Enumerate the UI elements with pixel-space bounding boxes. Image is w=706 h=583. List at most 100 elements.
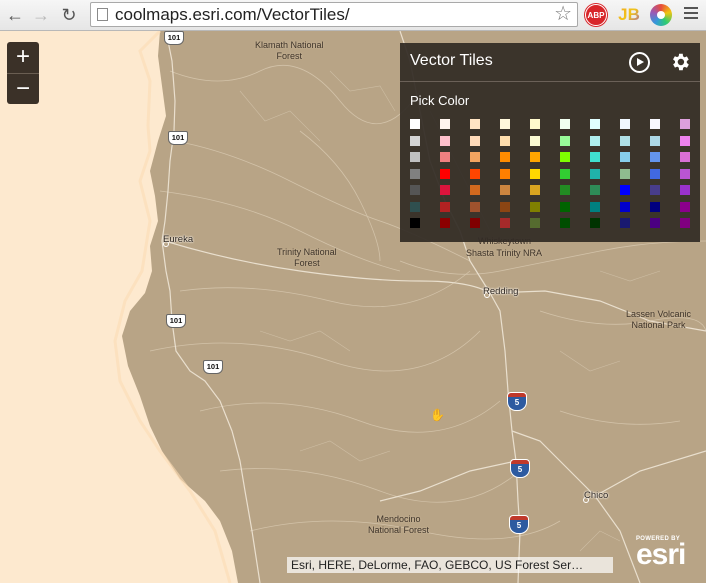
gear-icon[interactable]: [669, 51, 691, 73]
address-bar[interactable]: coolmaps.esri.com/VectorTiles/ ☆: [90, 2, 578, 27]
color-swatch[interactable]: [680, 218, 690, 228]
color-swatch[interactable]: [650, 168, 660, 179]
color-swatch[interactable]: [590, 218, 600, 228]
color-swatch[interactable]: [650, 218, 660, 228]
color-swatch[interactable]: [470, 119, 480, 129]
color-swatch[interactable]: [620, 218, 630, 228]
color-swatch[interactable]: [680, 119, 690, 129]
color-swatch[interactable]: [650, 152, 660, 162]
color-swatch[interactable]: [440, 185, 450, 195]
color-swatch[interactable]: [560, 201, 570, 212]
color-swatch[interactable]: [470, 152, 480, 162]
color-swatch[interactable]: [440, 168, 450, 179]
back-icon[interactable]: ←: [4, 4, 26, 26]
bookmark-star-icon[interactable]: ☆: [554, 3, 572, 25]
color-swatch[interactable]: [410, 201, 420, 212]
color-swatch[interactable]: [440, 218, 450, 228]
color-swatch[interactable]: [410, 218, 420, 228]
color-swatch[interactable]: [530, 201, 540, 212]
color-swatch[interactable]: [440, 152, 450, 162]
i5-shield: 5: [510, 459, 530, 478]
color-swatch[interactable]: [590, 152, 600, 162]
color-swatch[interactable]: [620, 168, 630, 179]
zoom-out-button[interactable]: −: [7, 73, 39, 104]
color-swatch[interactable]: [410, 135, 420, 146]
color-swatch[interactable]: [500, 168, 510, 179]
color-swatch[interactable]: [530, 168, 540, 179]
color-swatch[interactable]: [500, 185, 510, 195]
color-swatch[interactable]: [440, 119, 450, 129]
color-swatch[interactable]: [470, 218, 480, 228]
color-swatch[interactable]: [650, 119, 660, 129]
pick-color-label: Pick Color: [410, 93, 470, 108]
color-swatch[interactable]: [470, 201, 480, 212]
chico-label: Chico: [584, 490, 609, 501]
forward-icon[interactable]: →: [30, 4, 52, 26]
color-swatch[interactable]: [590, 201, 600, 212]
color-swatch[interactable]: [530, 218, 540, 228]
redding-label: Redding: [483, 286, 519, 297]
color-swatch[interactable]: [680, 201, 690, 212]
color-swatch[interactable]: [650, 201, 660, 212]
esri-logo[interactable]: POWERED BY esri: [636, 536, 686, 570]
color-swatch[interactable]: [680, 168, 690, 179]
color-swatch[interactable]: [470, 135, 480, 146]
mendocino-forest-label: Mendocino National Forest: [368, 514, 430, 535]
color-swatch[interactable]: [590, 119, 600, 129]
color-swatch[interactable]: [680, 152, 690, 162]
color-swatch[interactable]: [410, 185, 420, 195]
color-swatch[interactable]: [470, 185, 480, 195]
color-swatch[interactable]: [560, 185, 570, 195]
color-swatch[interactable]: [650, 185, 660, 195]
color-swatch[interactable]: [500, 119, 510, 129]
color-swatch[interactable]: [500, 152, 510, 162]
color-swatch[interactable]: [620, 185, 630, 195]
color-swatch[interactable]: [590, 185, 600, 195]
browser-toolbar: ← → ↻ coolmaps.esri.com/VectorTiles/ ☆ A…: [0, 0, 706, 31]
zoom-control: + −: [7, 42, 39, 104]
color-swatch[interactable]: [500, 218, 510, 228]
jb-extension-icon[interactable]: JB: [618, 4, 640, 26]
klamath-forest-label: Klamath National Forest: [255, 40, 324, 61]
i5-shield: 5: [507, 392, 527, 411]
color-wheel-extension-icon[interactable]: [650, 4, 672, 26]
color-swatch[interactable]: [620, 119, 630, 129]
play-icon[interactable]: [629, 52, 650, 73]
color-swatch[interactable]: [440, 201, 450, 212]
panel-header: Vector Tiles: [400, 43, 700, 82]
color-swatch[interactable]: [560, 119, 570, 129]
color-swatch[interactable]: [650, 135, 660, 146]
color-swatch[interactable]: [440, 135, 450, 146]
zoom-in-button[interactable]: +: [7, 42, 39, 73]
color-swatch[interactable]: [530, 119, 540, 129]
color-swatch[interactable]: [410, 152, 420, 162]
color-swatch[interactable]: [410, 119, 420, 129]
reload-icon[interactable]: ↻: [58, 4, 80, 26]
eureka-label: Eureka: [163, 234, 194, 245]
color-swatch[interactable]: [680, 135, 690, 146]
i5-shield-number: 5: [510, 464, 530, 478]
browser-menu-icon[interactable]: [684, 7, 698, 21]
color-swatch[interactable]: [560, 135, 570, 146]
color-swatch[interactable]: [470, 168, 480, 179]
color-swatch[interactable]: [410, 168, 420, 179]
color-swatch[interactable]: [620, 201, 630, 212]
i5-shield-number: 5: [507, 397, 527, 411]
color-swatch[interactable]: [560, 218, 570, 228]
color-swatch[interactable]: [530, 185, 540, 195]
color-swatch[interactable]: [620, 152, 630, 162]
color-swatch[interactable]: [680, 185, 690, 195]
map-view[interactable]: Klamath National Forest Trinity National…: [0, 31, 706, 583]
color-swatch[interactable]: [530, 135, 540, 146]
map-attribution[interactable]: Esri, HERE, DeLorme, FAO, GEBCO, US Fore…: [287, 557, 613, 573]
color-swatch[interactable]: [530, 152, 540, 162]
color-swatch[interactable]: [590, 135, 600, 146]
color-swatch[interactable]: [590, 168, 600, 179]
us101-shield: 101: [164, 31, 184, 45]
color-swatch[interactable]: [500, 135, 510, 146]
color-swatch[interactable]: [560, 152, 570, 162]
color-swatch[interactable]: [560, 168, 570, 179]
adblock-extension-icon[interactable]: ABP: [585, 4, 607, 26]
color-swatch[interactable]: [620, 135, 630, 146]
color-swatch[interactable]: [500, 201, 510, 212]
